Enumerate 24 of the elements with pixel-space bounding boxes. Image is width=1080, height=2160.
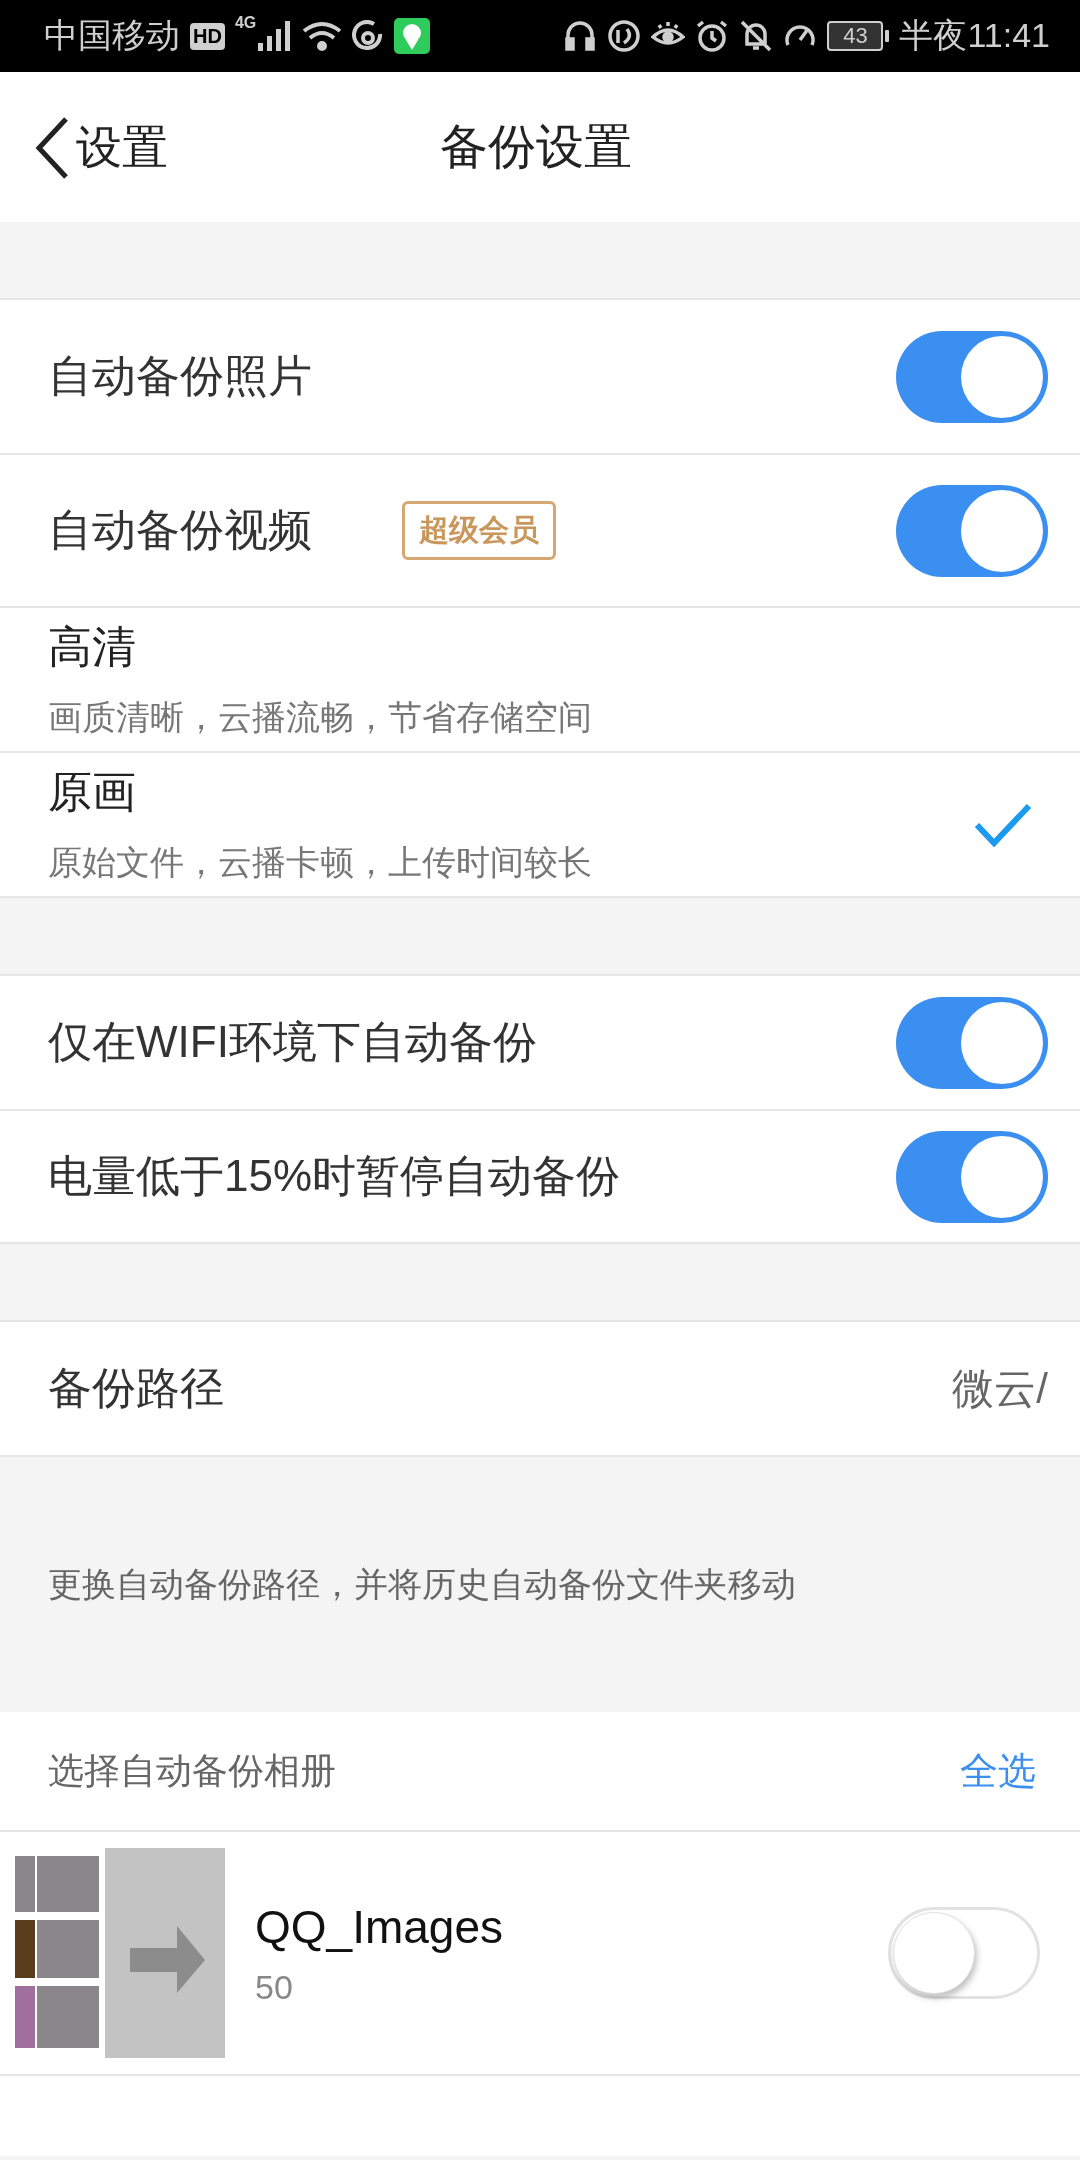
option-title: 高清 bbox=[48, 621, 137, 673]
back-button[interactable]: 设置 bbox=[34, 116, 168, 180]
setting-label: 电量低于15%时暂停自动备份 bbox=[48, 1150, 621, 1202]
carrier-name: 中国移动 bbox=[44, 15, 180, 56]
option-description: 画质清晰，云播流畅，节省存储空间 bbox=[48, 697, 593, 738]
path-value: 微云/ bbox=[952, 1363, 1048, 1414]
clock-time: 半夜11:41 bbox=[899, 15, 1050, 56]
network-type: 4G bbox=[234, 14, 257, 32]
path-row[interactable]: 备份路径 微云/ bbox=[0, 1322, 1080, 1455]
page-title: 备份设置 bbox=[440, 119, 632, 175]
path-note: 更换自动备份路径，并将历史自动备份文件夹移动 bbox=[47, 1563, 797, 1605]
quality-option[interactable]: 高清 画质清晰，云播流畅，节省存储空间 bbox=[0, 606, 1080, 751]
hd-badge: HD bbox=[190, 22, 225, 50]
setting-label: 仅在WIFI环境下自动备份 bbox=[48, 1016, 537, 1068]
setting-label: 备份路径 bbox=[48, 1362, 224, 1414]
option-description: 原始文件，云播卡顿，上传时间较长 bbox=[48, 842, 593, 883]
setting-label: 自动备份视频 bbox=[48, 504, 312, 556]
quality-option[interactable]: 原画 原始文件，云播卡顿，上传时间较长 bbox=[0, 751, 1080, 896]
vip-badge: 超级会员 bbox=[402, 501, 556, 560]
photo-count: 50 bbox=[255, 1967, 294, 2007]
option-title: 原画 bbox=[48, 766, 137, 818]
setting-label: 自动备份照片 bbox=[48, 350, 312, 402]
section-header: 选择自动备份相册 bbox=[48, 1748, 336, 1793]
album-name: QQ_Images bbox=[255, 1899, 504, 1954]
